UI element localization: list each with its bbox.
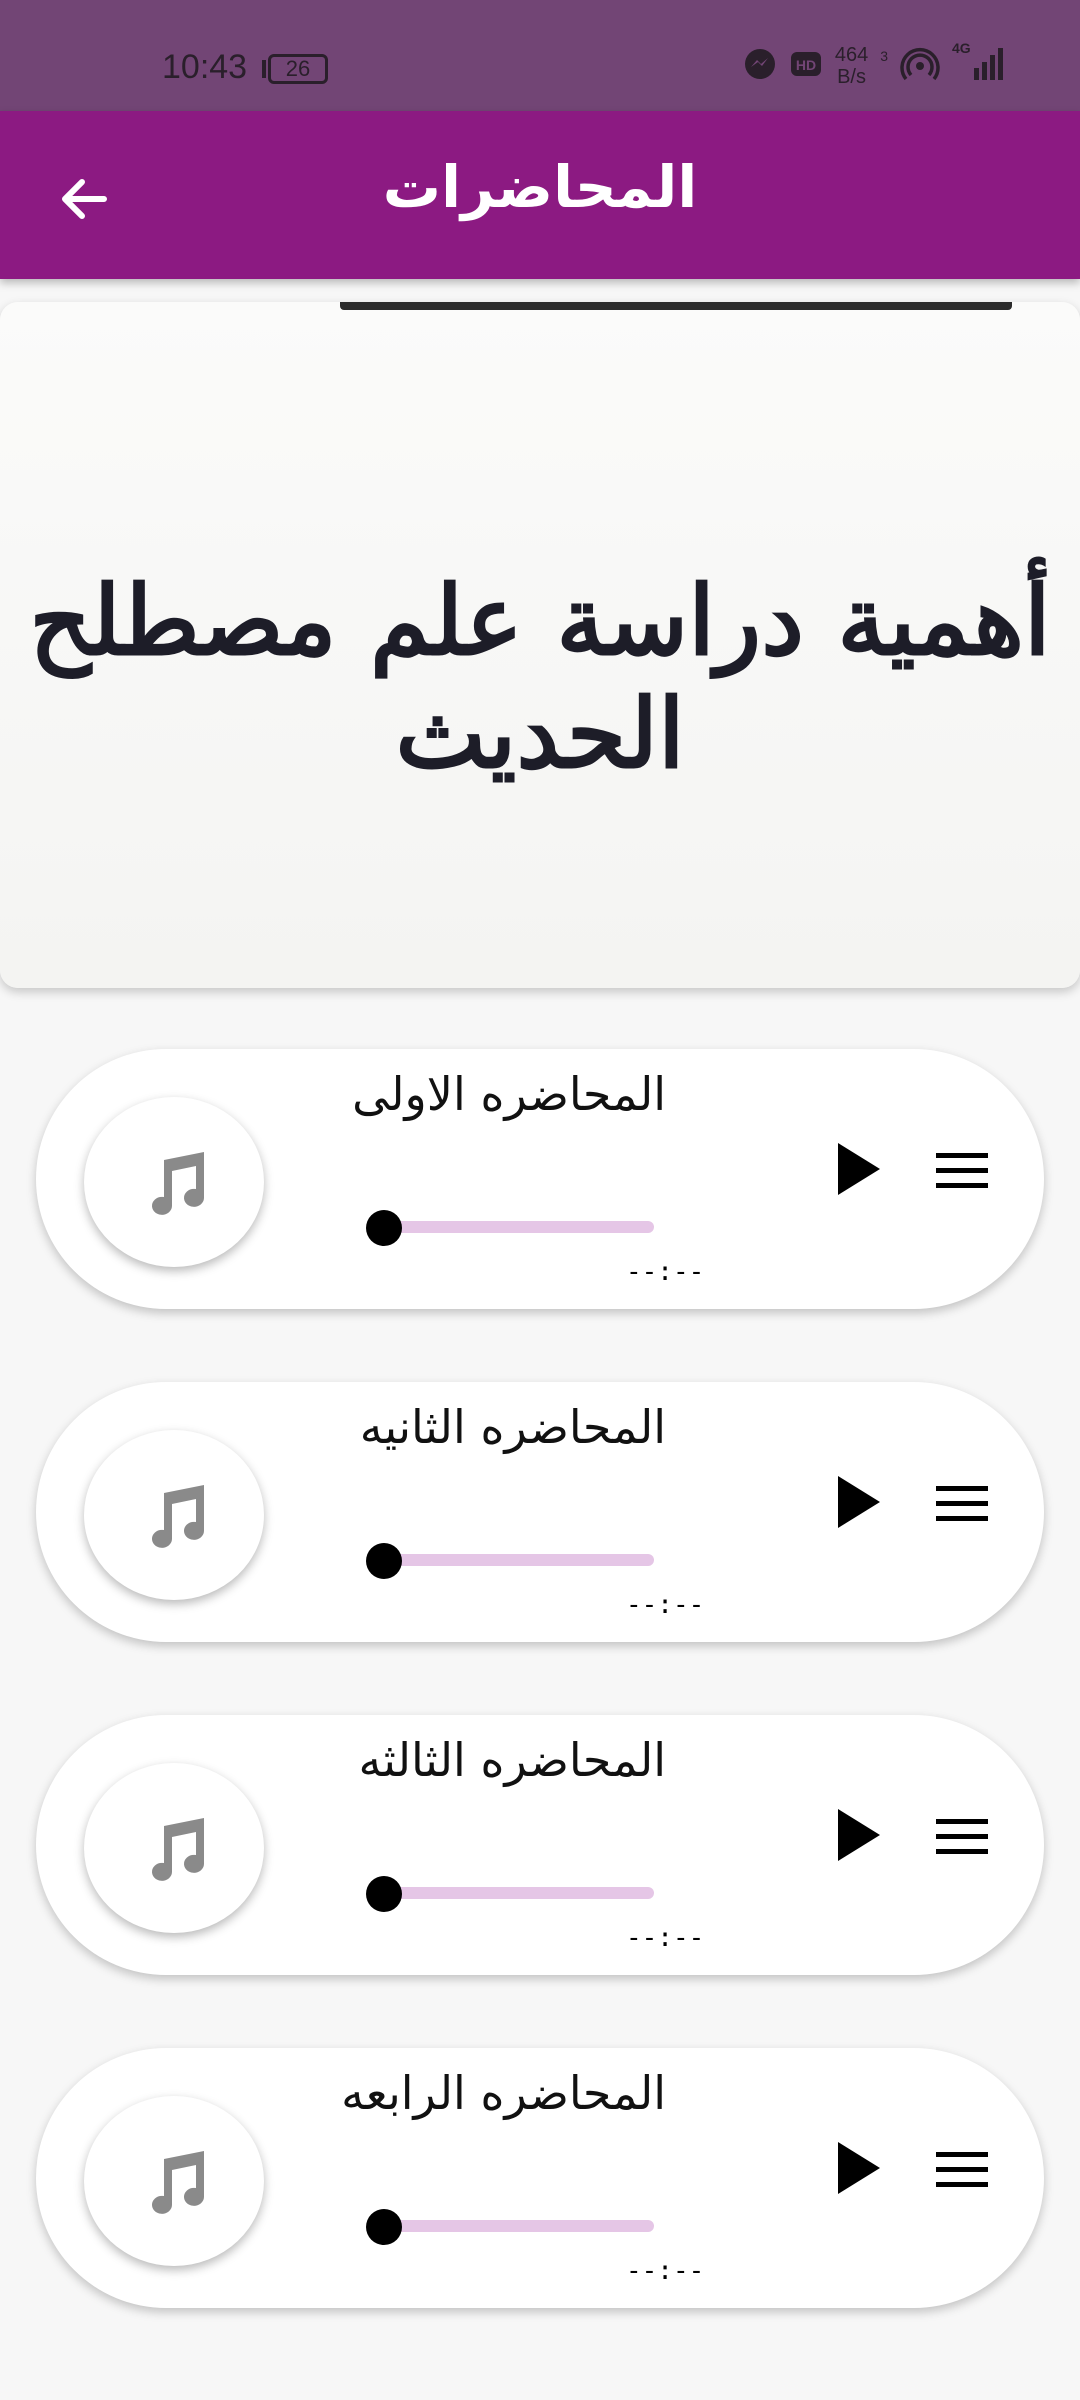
- lecture-card[interactable]: المحاضره الثانيه --:--: [36, 1382, 1044, 1642]
- app-bar: المحاضرات: [0, 111, 1080, 279]
- net-speed: 464 B/s: [835, 44, 868, 88]
- battery-tip: [262, 60, 266, 78]
- svg-text:HD: HD: [796, 57, 816, 73]
- music-note-icon: [152, 2151, 204, 2214]
- lecture-card[interactable]: المحاضره الرابعه --:--: [36, 2048, 1044, 2308]
- play-button[interactable]: [816, 1795, 896, 1875]
- hamburger-menu-icon: [936, 1486, 988, 1521]
- music-note-icon: [152, 1818, 204, 1881]
- page-title: المحاضرات: [382, 153, 698, 221]
- play-icon: [838, 1809, 880, 1861]
- play-button[interactable]: [816, 1462, 896, 1542]
- slider-thumb[interactable]: [366, 2209, 402, 2245]
- play-icon: [838, 2142, 880, 2194]
- progress-slider[interactable]: [384, 1887, 654, 1899]
- lecture-time: --:--: [626, 2256, 705, 2286]
- status-time: 10:43: [162, 48, 248, 86]
- status-bar: 10:43 26 HD 464 B/s 3 4G: [0, 0, 1080, 111]
- slider-thumb[interactable]: [366, 1876, 402, 1912]
- music-note-button[interactable]: [84, 1430, 264, 1600]
- music-note-button[interactable]: [84, 1097, 264, 1267]
- signal-sup: 3: [880, 48, 888, 64]
- status-icons: HD 464 B/s 3 4G: [743, 40, 1006, 88]
- hotspot-icon: [900, 44, 940, 88]
- music-note-icon: [152, 1152, 204, 1215]
- progress-slider[interactable]: [384, 1554, 654, 1566]
- lecture-time: --:--: [626, 1590, 705, 1620]
- progress-slider[interactable]: [384, 1221, 654, 1233]
- music-note-button[interactable]: [84, 1763, 264, 1933]
- banner-image: أهمية دراسة علم مصطلح الحديث: [0, 302, 1080, 988]
- net-speed-unit: B/s: [837, 66, 866, 88]
- network-type: 4G: [952, 40, 971, 56]
- lecture-time: --:--: [626, 1923, 705, 1953]
- play-icon: [838, 1476, 880, 1528]
- play-icon: [838, 1143, 880, 1195]
- music-note-icon: [152, 1485, 204, 1548]
- banner-text: أهمية دراسة علم مصطلح الحديث: [29, 564, 1051, 790]
- lecture-title: المحاضره الثانيه: [359, 1400, 666, 1454]
- music-note-button[interactable]: [84, 2096, 264, 2266]
- lecture-title: المحاضره الثالثه: [358, 1733, 666, 1787]
- play-button[interactable]: [816, 1129, 896, 1209]
- net-speed-value: 464: [834, 44, 869, 66]
- lecture-card[interactable]: المحاضره الاولى --:--: [36, 1049, 1044, 1309]
- lecture-card[interactable]: المحاضره الثالثه --:--: [36, 1715, 1044, 1975]
- banner-top-line: [340, 302, 1012, 310]
- messenger-icon: [743, 47, 777, 85]
- hamburger-menu-icon: [936, 2152, 988, 2187]
- menu-button[interactable]: [922, 2130, 1002, 2210]
- menu-button[interactable]: [922, 1797, 1002, 1877]
- hd-icon: HD: [789, 47, 823, 85]
- slider-thumb[interactable]: [366, 1543, 402, 1579]
- menu-button[interactable]: [922, 1464, 1002, 1544]
- battery-indicator: 26: [268, 54, 328, 84]
- hamburger-menu-icon: [936, 1819, 988, 1854]
- play-button[interactable]: [816, 2128, 896, 2208]
- slider-thumb[interactable]: [366, 1210, 402, 1246]
- lecture-title: المحاضره الاولى: [352, 1067, 666, 1121]
- hamburger-menu-icon: [936, 1153, 988, 1188]
- menu-button[interactable]: [922, 1131, 1002, 1211]
- progress-slider[interactable]: [384, 2220, 654, 2232]
- signal-icon: 4G: [952, 40, 1006, 88]
- lecture-time: --:--: [626, 1257, 705, 1287]
- lecture-title: المحاضره الرابعه: [341, 2066, 666, 2120]
